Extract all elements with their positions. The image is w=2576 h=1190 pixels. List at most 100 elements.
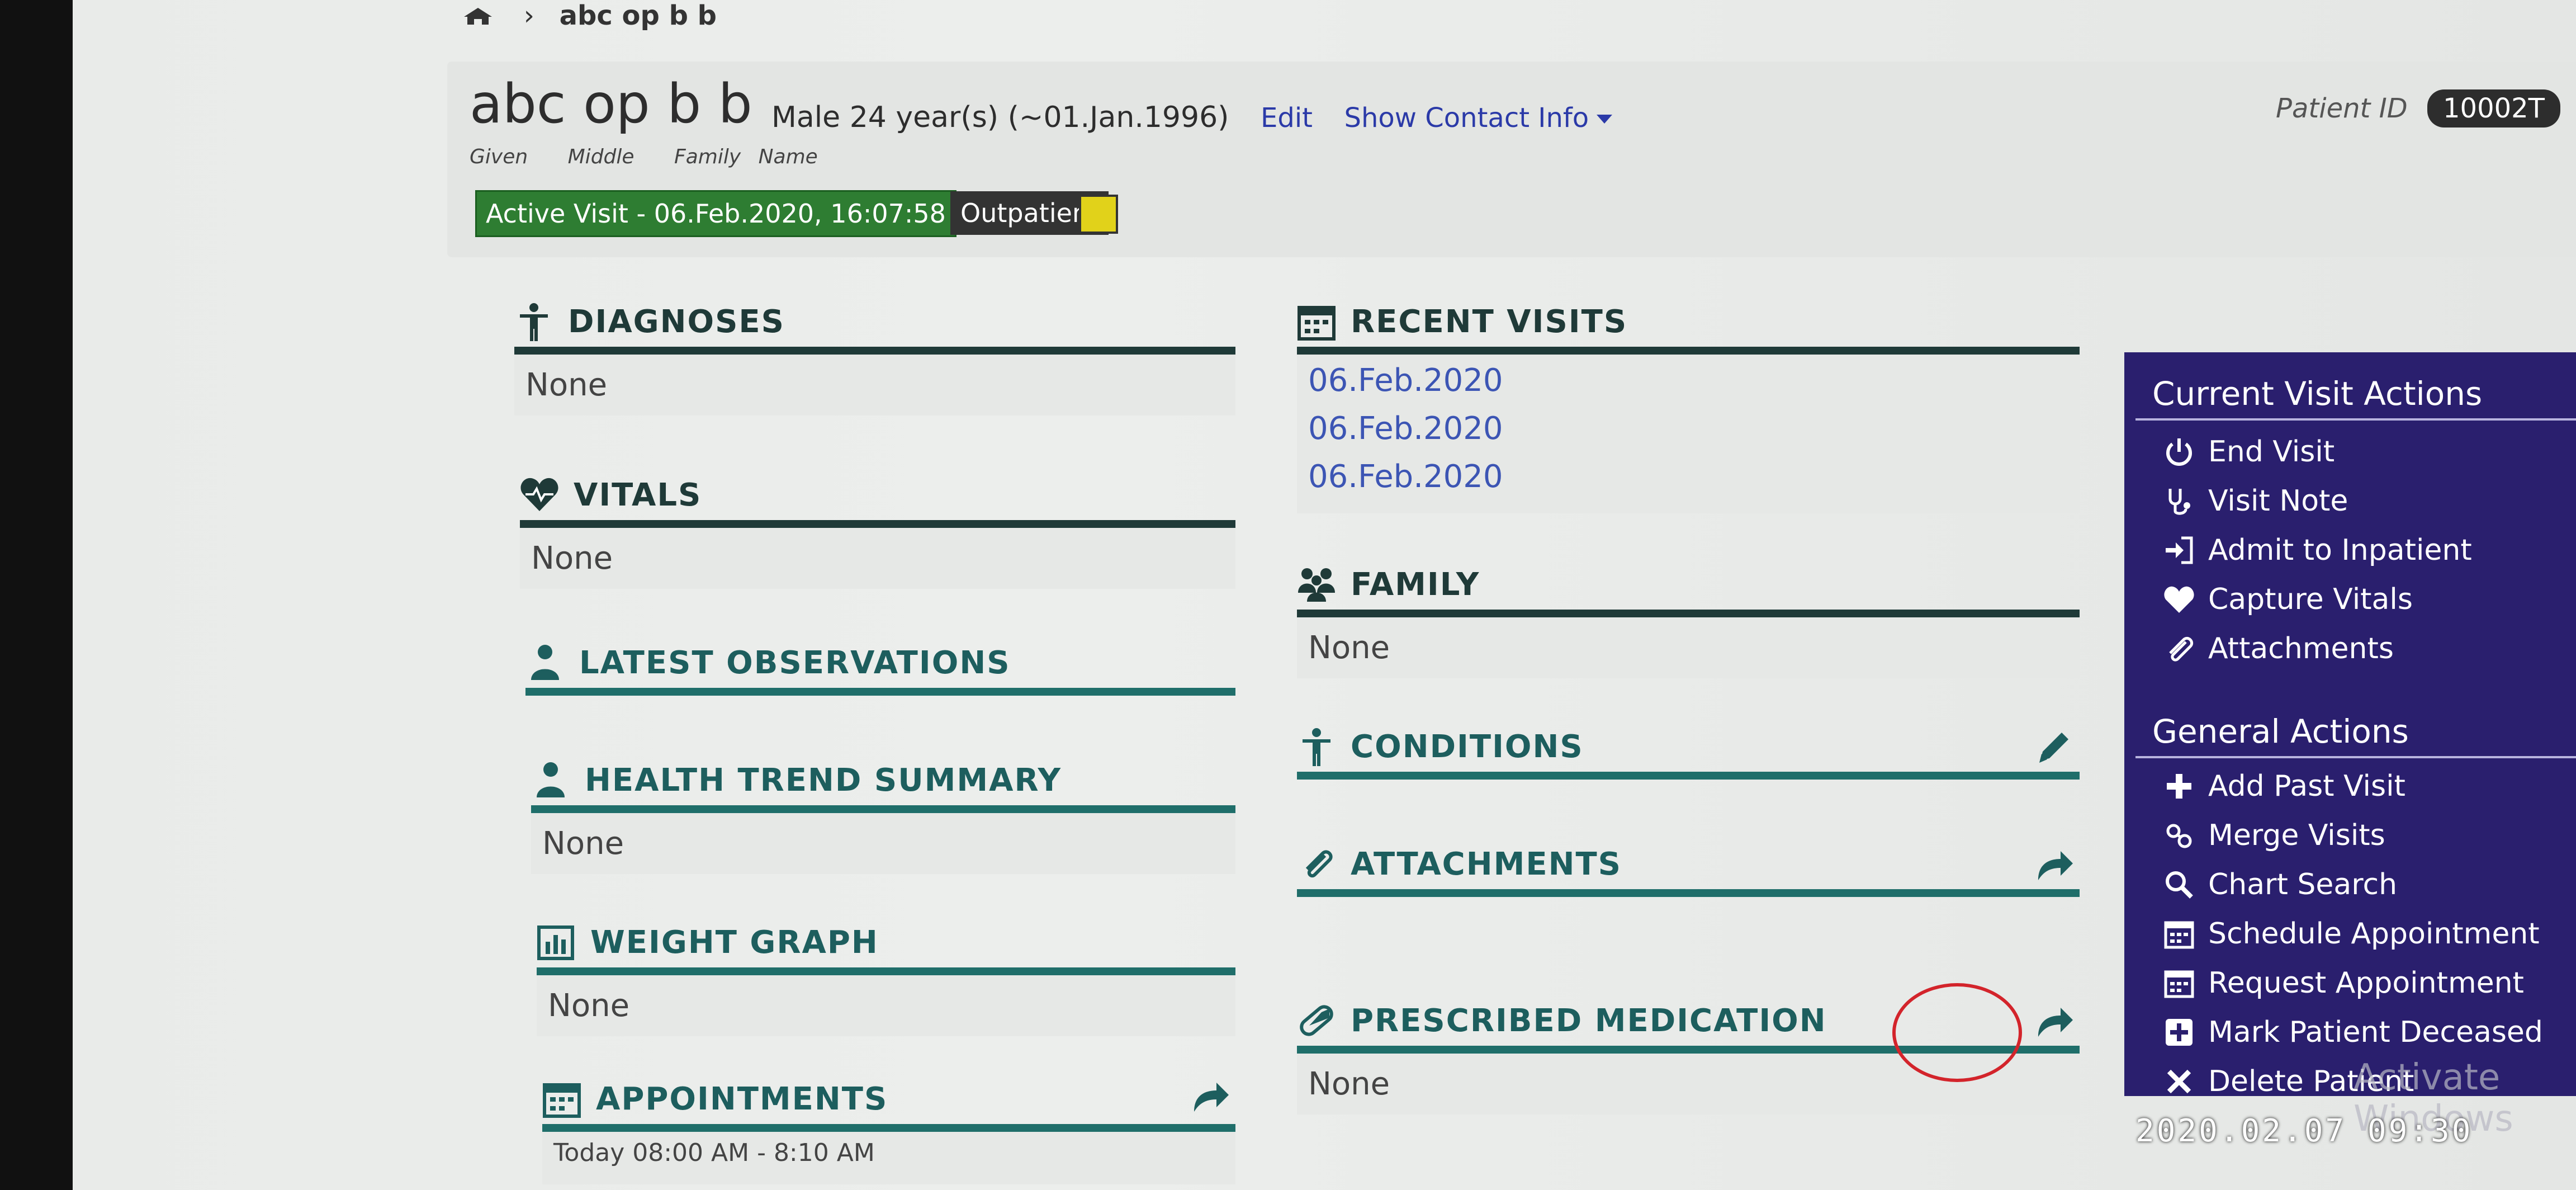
- divider: [537, 967, 1235, 975]
- gender: Male: [771, 101, 841, 134]
- home-icon[interactable]: [464, 8, 492, 25]
- visit-note-label: Visit Note: [2208, 484, 2348, 518]
- heartbeat-icon: [520, 478, 558, 511]
- add-past-visit-action[interactable]: Add Past Visit: [2124, 762, 2576, 811]
- breadcrumb: › abc op b b: [464, 0, 717, 31]
- medication-title: PRESCRIBED MEDICATION: [1351, 1002, 1827, 1039]
- breadcrumb-separator: ›: [523, 0, 534, 31]
- capture-vitals-action[interactable]: Capture Vitals: [2124, 575, 2576, 624]
- doctor-icon: [531, 645, 559, 680]
- health-trend-body: None: [531, 813, 1235, 874]
- end-visit-action[interactable]: End Visit: [2124, 427, 2576, 476]
- mark-deceased-label: Mark Patient Deceased: [2208, 1016, 2543, 1049]
- stethoscope-icon: [2168, 489, 2190, 515]
- share-arrow-icon[interactable]: [2035, 844, 2074, 884]
- diagnoses-body: None: [514, 355, 1235, 415]
- attachments-action-label: Attachments: [2208, 632, 2394, 665]
- chart-search-label: Chart Search: [2208, 868, 2398, 901]
- calendar-icon: [2164, 921, 2194, 949]
- mark-deceased-action[interactable]: Mark Patient Deceased: [2124, 1008, 2576, 1057]
- divider: [514, 347, 1235, 355]
- general-actions-title: General Actions: [2135, 690, 2576, 758]
- appointments-section: APPOINTMENTS Today 08:00 AM - 8:10 AM: [542, 1079, 1235, 1184]
- recent-visit-link[interactable]: 06.Feb.2020: [1308, 357, 2068, 405]
- divider: [525, 688, 1235, 696]
- vitals-body: None: [520, 528, 1235, 589]
- recent-visits-title: RECENT VISITS: [1351, 303, 1628, 340]
- age: 24 year(s) (~01.Jan.1996): [849, 101, 1229, 134]
- sticky-note-icon[interactable]: [1079, 195, 1118, 234]
- request-appointment-label: Request Appointment: [2208, 966, 2524, 1000]
- recent-visit-link[interactable]: 06.Feb.2020: [1308, 453, 2068, 501]
- merge-visits-action[interactable]: Merge Visits: [2124, 811, 2576, 860]
- attachments-section: ATTACHMENTS: [1297, 844, 2080, 897]
- paperclip-icon: [1305, 850, 1333, 878]
- calendar-icon: [543, 1083, 581, 1118]
- conditions-header: CONDITIONS: [1297, 727, 2080, 766]
- screen: › abc op b b abc op b b Given Middle Fam…: [73, 0, 2576, 1190]
- attachments-title: ATTACHMENTS: [1351, 846, 1622, 882]
- weight-graph-title: WEIGHT GRAPH: [590, 924, 879, 961]
- recent-visit-link[interactable]: 06.Feb.2020: [1308, 405, 2068, 453]
- red-annotation-circle: [1892, 983, 2022, 1082]
- merge-visits-label: Merge Visits: [2208, 819, 2385, 852]
- recent-visits-section: RECENT VISITS 06.Feb.2020 06.Feb.2020 06…: [1297, 302, 2080, 513]
- calendar-icon: [1298, 306, 1336, 341]
- divider: [520, 520, 1235, 528]
- current-visit-actions-title: Current Visit Actions: [2135, 352, 2576, 421]
- bar-chart-icon: [537, 925, 574, 960]
- active-visit-badge: Active Visit - 06.Feb.2020, 16:07:58: [475, 190, 956, 237]
- vitals-title: VITALS: [574, 476, 702, 513]
- admit-inpatient-action[interactable]: Admit to Inpatient: [2124, 526, 2576, 575]
- observations-header: LATEST OBSERVATIONS: [525, 643, 1235, 682]
- recent-visits-header: RECENT VISITS: [1297, 302, 2080, 341]
- share-arrow-icon[interactable]: [1191, 1076, 1230, 1115]
- pill-icon: [1300, 1005, 1333, 1036]
- visit-note-action[interactable]: Visit Note: [2124, 476, 2576, 526]
- divider: [542, 1124, 1235, 1132]
- show-contact-link[interactable]: Show Contact Info: [1344, 102, 1589, 134]
- attachments-action[interactable]: Attachments: [2124, 624, 2576, 673]
- add-past-visit-label: Add Past Visit: [2208, 769, 2405, 803]
- pencil-icon[interactable]: [2035, 727, 2074, 766]
- chart-search-action[interactable]: Chart Search: [2124, 860, 2576, 909]
- diagnoses-section: DIAGNOSES None: [514, 302, 1235, 415]
- actions-panel: Current Visit Actions End Visit Visit No…: [2124, 352, 2576, 1098]
- patient-id-label: Patient ID: [2276, 93, 2408, 124]
- divider: [1297, 610, 2080, 617]
- observations-section: LATEST OBSERVATIONS: [525, 643, 1235, 696]
- vitals-header: VITALS: [520, 475, 1235, 514]
- weight-graph-header: WEIGHT GRAPH: [537, 923, 1235, 962]
- appointments-body: Today 08:00 AM - 8:10 AM: [542, 1132, 1235, 1184]
- patient-name: abc op b b: [470, 73, 752, 135]
- divider: [1297, 772, 2080, 780]
- monitor-bezel: [0, 0, 73, 1190]
- schedule-appointment-action[interactable]: Schedule Appointment: [2124, 909, 2576, 958]
- patient-id: Patient ID 10002T: [2276, 89, 2560, 128]
- health-trend-title: HEALTH TREND SUMMARY: [585, 762, 1062, 799]
- weight-graph-body: None: [537, 975, 1235, 1036]
- family-body: None: [1297, 617, 2080, 678]
- given-label: Given: [470, 145, 528, 168]
- request-appointment-action[interactable]: Request Appointment: [2124, 958, 2576, 1008]
- capture-vitals-label: Capture Vitals: [2208, 583, 2413, 616]
- health-trend-header: HEALTH TREND SUMMARY: [531, 761, 1235, 800]
- heartbeat-icon: [2164, 586, 2194, 613]
- patient-demographics: Male 24 year(s) (~01.Jan.1996) Edit Show…: [771, 101, 1613, 134]
- power-icon: [2166, 438, 2192, 466]
- attachments-header: ATTACHMENTS: [1297, 844, 2080, 884]
- vitals-section: VITALS None: [520, 475, 1235, 589]
- family-icon: [1298, 568, 1335, 602]
- share-arrow-icon[interactable]: [2035, 1001, 2074, 1040]
- conditions-section: CONDITIONS: [1297, 727, 2080, 780]
- search-icon: [2166, 871, 2193, 899]
- sign-in-icon: [2166, 536, 2193, 564]
- recent-visits-list: 06.Feb.2020 06.Feb.2020 06.Feb.2020: [1297, 355, 2080, 513]
- edit-link[interactable]: Edit: [1261, 102, 1313, 134]
- conditions-title: CONDITIONS: [1351, 728, 1584, 765]
- person-icon: [520, 303, 548, 341]
- divider: [1297, 347, 2080, 355]
- name-labels: Given Middle Family Name: [470, 145, 840, 168]
- diagnoses-title: DIAGNOSES: [568, 303, 785, 340]
- caret-down-icon[interactable]: [1597, 115, 1613, 124]
